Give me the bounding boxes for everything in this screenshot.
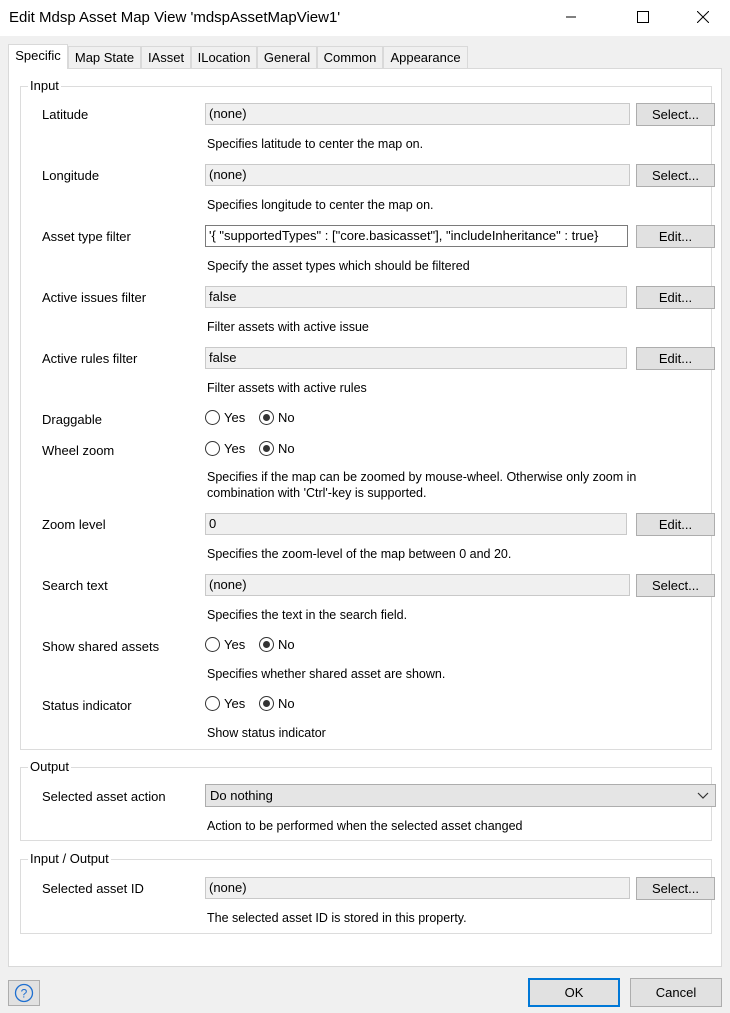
selected-asset-id-select-button[interactable]: Select... bbox=[636, 877, 715, 900]
specific-panel: Input Latitude (none) Select... Specifie… bbox=[8, 68, 722, 967]
latitude-label: Latitude bbox=[42, 107, 89, 122]
status-indicator-yes-label: Yes bbox=[224, 696, 246, 711]
status-indicator-label: Status indicator bbox=[42, 698, 132, 713]
radio-checked-icon bbox=[259, 441, 274, 456]
output-group: Output Selected asset action Do nothing … bbox=[20, 759, 716, 841]
radio-unchecked-icon bbox=[205, 410, 220, 425]
show-shared-yes-label: Yes bbox=[224, 637, 246, 652]
latitude-description: Specifies latitude to center the map on. bbox=[207, 137, 424, 151]
search-text-field[interactable]: (none) bbox=[205, 574, 630, 596]
draggable-yes-label: Yes bbox=[224, 410, 246, 425]
show-shared-assets-label: Show shared assets bbox=[42, 639, 160, 654]
longitude-description: Specifies longitude to center the map on… bbox=[207, 198, 434, 212]
input-output-group: Input / Output Selected asset ID (none) … bbox=[20, 851, 715, 934]
cancel-button[interactable]: Cancel bbox=[630, 978, 722, 1007]
tab-specific[interactable]: Specific bbox=[8, 44, 68, 69]
wheel-zoom-yes-radio[interactable]: Yes bbox=[205, 441, 245, 456]
selected-asset-action-value: Do nothing bbox=[210, 788, 273, 803]
tab-common[interactable]: Common bbox=[317, 46, 383, 68]
radio-checked-icon bbox=[259, 696, 274, 711]
input-output-group-label: Input / Output bbox=[28, 851, 111, 866]
wheel-zoom-label: Wheel zoom bbox=[42, 443, 115, 458]
asset-type-filter-field[interactable]: '{ "supportedTypes" : ["core.basicasset"… bbox=[205, 225, 628, 247]
wheel-zoom-description-line2: combination with 'Ctrl'-key is supported… bbox=[207, 486, 427, 500]
zoom-level-description: Specifies the zoom-level of the map betw… bbox=[207, 547, 512, 561]
wheel-zoom-description-line1: Specifies if the map can be zoomed by mo… bbox=[207, 470, 637, 484]
search-text-description: Specifies the text in the search field. bbox=[207, 608, 408, 622]
maximize-button[interactable] bbox=[620, 0, 666, 34]
selected-asset-action-dropdown[interactable]: Do nothing bbox=[205, 784, 716, 807]
active-issues-filter-label: Active issues filter bbox=[42, 290, 147, 305]
maximize-icon bbox=[637, 11, 649, 23]
show-shared-no-radio[interactable]: No bbox=[259, 637, 295, 652]
zoom-level-field[interactable]: 0 bbox=[205, 513, 627, 535]
search-text-select-button[interactable]: Select... bbox=[636, 574, 715, 597]
search-text-label: Search text bbox=[42, 578, 108, 593]
radio-checked-icon bbox=[259, 410, 274, 425]
radio-unchecked-icon bbox=[205, 637, 220, 652]
tab-ilocation[interactable]: ILocation bbox=[191, 46, 257, 68]
tab-bar: Specific Map State IAsset ILocation Gene… bbox=[8, 44, 722, 69]
radio-unchecked-icon bbox=[205, 441, 220, 456]
radio-checked-icon bbox=[259, 637, 274, 652]
asset-type-filter-description: Specify the asset types which should be … bbox=[207, 259, 470, 273]
help-button[interactable]: ? bbox=[8, 980, 40, 1006]
asset-type-filter-edit-button[interactable]: Edit... bbox=[636, 225, 715, 248]
active-rules-filter-description: Filter assets with active rules bbox=[207, 381, 367, 395]
longitude-select-button[interactable]: Select... bbox=[636, 164, 715, 187]
wheel-zoom-no-label: No bbox=[278, 441, 295, 456]
zoom-level-edit-button[interactable]: Edit... bbox=[636, 513, 715, 536]
close-icon bbox=[697, 11, 709, 23]
active-rules-filter-label: Active rules filter bbox=[42, 351, 138, 366]
status-indicator-description: Show status indicator bbox=[207, 726, 326, 740]
tab-iasset[interactable]: IAsset bbox=[141, 46, 191, 68]
ok-button[interactable]: OK bbox=[528, 978, 620, 1007]
active-rules-filter-edit-button[interactable]: Edit... bbox=[636, 347, 715, 370]
draggable-yes-radio[interactable]: Yes bbox=[205, 410, 245, 425]
draggable-label: Draggable bbox=[42, 412, 102, 427]
selected-asset-action-label: Selected asset action bbox=[42, 789, 166, 804]
wheel-zoom-yes-label: Yes bbox=[224, 441, 246, 456]
svg-text:?: ? bbox=[21, 987, 28, 1001]
show-shared-assets-description: Specifies whether shared asset are shown… bbox=[207, 667, 446, 681]
tab-appearance[interactable]: Appearance bbox=[383, 46, 468, 68]
active-rules-filter-field[interactable]: false bbox=[205, 347, 627, 369]
wheel-zoom-no-radio[interactable]: No bbox=[259, 441, 295, 456]
active-issues-filter-edit-button[interactable]: Edit... bbox=[636, 286, 715, 309]
radio-unchecked-icon bbox=[205, 696, 220, 711]
close-button[interactable] bbox=[680, 0, 726, 34]
chevron-down-icon bbox=[697, 792, 709, 799]
longitude-field[interactable]: (none) bbox=[205, 164, 630, 186]
selected-asset-id-field[interactable]: (none) bbox=[205, 877, 630, 899]
selected-asset-id-label: Selected asset ID bbox=[42, 881, 144, 896]
output-group-label: Output bbox=[28, 759, 72, 774]
status-indicator-no-label: No bbox=[278, 696, 295, 711]
draggable-no-label: No bbox=[278, 410, 295, 425]
tab-general[interactable]: General bbox=[257, 46, 317, 68]
latitude-select-button[interactable]: Select... bbox=[636, 103, 715, 126]
asset-type-filter-label: Asset type filter bbox=[42, 229, 131, 244]
status-indicator-yes-radio[interactable]: Yes bbox=[205, 696, 245, 711]
title-bar: Edit Mdsp Asset Map View 'mdspAssetMapVi… bbox=[0, 0, 730, 36]
active-issues-filter-field[interactable]: false bbox=[205, 286, 627, 308]
longitude-label: Longitude bbox=[42, 168, 100, 183]
input-group: Input Latitude (none) Select... Specifie… bbox=[20, 78, 715, 750]
active-issues-filter-description: Filter assets with active issue bbox=[207, 320, 369, 334]
window-title: Edit Mdsp Asset Map View 'mdspAssetMapVi… bbox=[9, 9, 341, 26]
tab-map-state[interactable]: Map State bbox=[68, 46, 141, 68]
zoom-level-label: Zoom level bbox=[42, 517, 106, 532]
selected-asset-action-description: Action to be performed when the selected… bbox=[207, 819, 523, 833]
show-shared-no-label: No bbox=[278, 637, 295, 652]
selected-asset-id-description: The selected asset ID is stored in this … bbox=[207, 911, 467, 925]
help-icon: ? bbox=[14, 983, 34, 1003]
minimize-button[interactable] bbox=[548, 0, 594, 34]
input-group-label: Input bbox=[28, 78, 61, 93]
minimize-icon bbox=[566, 16, 576, 18]
latitude-field[interactable]: (none) bbox=[205, 103, 630, 125]
status-indicator-no-radio[interactable]: No bbox=[259, 696, 295, 711]
draggable-no-radio[interactable]: No bbox=[259, 410, 295, 425]
show-shared-yes-radio[interactable]: Yes bbox=[205, 637, 245, 652]
